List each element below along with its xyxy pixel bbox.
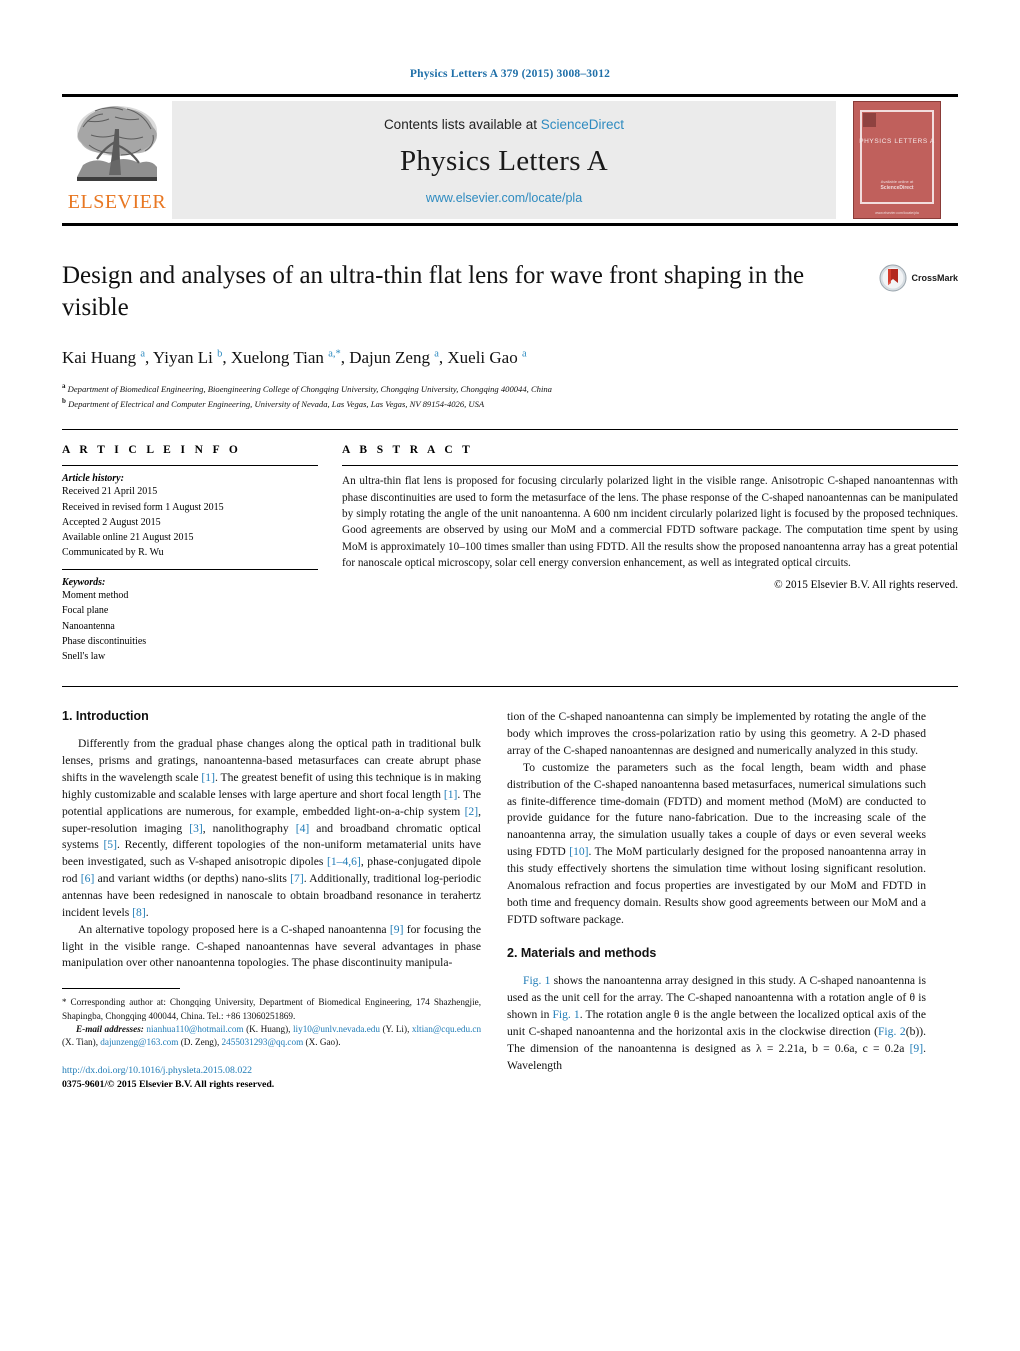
email-link[interactable]: nianhua110@hotmail.com <box>146 1024 243 1034</box>
paragraph: Fig. 1 shows the nanoantenna array desig… <box>507 974 927 1072</box>
journal-title: Physics Letters A <box>399 145 609 177</box>
article-info-heading: A R T I C L E I N F O <box>62 444 242 457</box>
paragraph: To customize the parameters such as the … <box>507 760 926 926</box>
history-item: Received in revised form 1 August 2015 <box>62 501 224 513</box>
running-head: Physics Letters A 379 (2015) 3008–3012 <box>409 68 611 80</box>
email-owner: (D. Zeng) <box>180 1037 217 1048</box>
affiliation-a: a Department of Biomedical Engineering, … <box>62 382 552 394</box>
history-item: Available online 21 August 2015 <box>62 531 194 543</box>
corresponding-author-note: * Corresponding author at: Chongqing Uni… <box>62 996 481 1023</box>
abstract-copyright: © 2015 Elsevier B.V. All rights reserved… <box>774 579 958 592</box>
email-link[interactable]: 2455031293@qq.com <box>222 1037 304 1047</box>
paragraph: An alternative topology proposed here is… <box>62 922 482 970</box>
article-info-rule <box>62 465 318 467</box>
history-item: Received 21 April 2015 <box>62 486 158 498</box>
email-note: E-mail addresses: nianhua110@hotmail.com… <box>62 1023 482 1048</box>
title-block: Design and analyses of an ultra-thin fla… <box>62 260 958 411</box>
history-item: Accepted 2 August 2015 <box>62 516 161 528</box>
email-link[interactable]: dajunzeng@163.com <box>100 1037 178 1047</box>
keywords-label: Keywords: <box>62 577 106 589</box>
email-link[interactable]: liy10@unlv.nevada.edu <box>293 1024 380 1034</box>
elsevier-logo: ELSEVIER <box>62 97 172 223</box>
crossmark-label: CrossMark <box>911 273 958 283</box>
abstract-text: An ultra-thin flat lens is proposed for … <box>342 475 958 570</box>
article-history-label: Article history: <box>62 473 124 485</box>
affiliation-b-text: Department of Electrical and Computer En… <box>68 399 485 410</box>
author-list: Kai Huang a, Yiyan Li b, Xuelong Tian a,… <box>62 348 527 367</box>
cover-footer: Available online at ScienceDirect <box>854 179 940 193</box>
email-owner: (X. Tian) <box>62 1037 96 1048</box>
elsevier-tree-icon <box>77 106 157 181</box>
keywords-rule <box>62 569 318 571</box>
email-link[interactable]: xltian@cqu.edu.cn <box>412 1024 481 1034</box>
email-label: E-mail addresses: <box>76 1023 144 1034</box>
abstract-column: A B S T R A C T An ultra-thin flat lens … <box>334 444 958 664</box>
journal-masthead: ELSEVIER Contents lists available at Sci… <box>62 94 958 226</box>
crossmark-badge[interactable]: CrossMark <box>879 264 958 292</box>
cover-title: PHYSICS LETTERS A <box>859 138 935 145</box>
footnote-rule <box>62 988 180 990</box>
keyword-item: Focal plane <box>62 605 109 617</box>
journal-cover-thumbnail[interactable]: PHYSICS LETTERS A Available online at Sc… <box>853 101 941 219</box>
paragraph: tion of the C-shaped nanoantenna can sim… <box>507 710 926 757</box>
keyword-item: Snell's law <box>62 651 106 663</box>
affiliations: a Department of Biomedical Engineering, … <box>62 381 958 411</box>
affiliation-a-text: Department of Biomedical Engineering, Bi… <box>67 383 552 394</box>
cover-footer-line2: ScienceDirect <box>880 184 914 191</box>
doi-link[interactable]: http://dx.doi.org/10.1016/j.physleta.201… <box>62 1064 481 1079</box>
corresponding-author-text: Corresponding author at: Chongqing Unive… <box>62 997 482 1021</box>
keyword-item: Nanoantenna <box>62 620 115 632</box>
contents-prefix-text: Contents lists available at <box>383 117 541 132</box>
history-item: Communicated by R. Wu <box>62 547 164 559</box>
email-owner: (K. Huang) <box>246 1023 289 1034</box>
doi-block: http://dx.doi.org/10.1016/j.physleta.201… <box>62 1064 481 1093</box>
abstract-rule <box>342 465 958 467</box>
affiliation-b: b Department of Electrical and Computer … <box>62 397 485 410</box>
body-columns: 1. Introduction Differently from the gra… <box>62 686 958 1093</box>
keywords-list: Moment method Focal plane Nanoantenna Ph… <box>62 588 318 664</box>
section-heading-introduction: 1. Introduction <box>62 709 149 724</box>
info-abstract-row: A R T I C L E I N F O Article history: R… <box>62 429 958 664</box>
issn-copyright-line: 0375-9601/© 2015 Elsevier B.V. All right… <box>62 1079 275 1091</box>
masthead-center: Contents lists available at ScienceDirec… <box>172 101 836 219</box>
keyword-item: Phase discontinuities <box>62 635 147 647</box>
article-history-list: Received 21 April 2015 Received in revis… <box>62 484 318 560</box>
section-heading-materials-methods: 2. Materials and methods <box>507 946 657 961</box>
journal-homepage-link[interactable]: www.elsevier.com/locate/pla <box>426 191 582 205</box>
asterisk-icon: * <box>62 997 67 1008</box>
abstract-heading: A B S T R A C T <box>342 444 474 457</box>
sciencedirect-link[interactable]: ScienceDirect <box>541 117 624 132</box>
journal-cover-cell: PHYSICS LETTERS A Available online at Sc… <box>836 97 958 223</box>
page-title: Design and analyses of an ultra-thin fla… <box>62 262 805 321</box>
paragraph: Differently from the gradual phase chang… <box>62 737 482 919</box>
contents-available-line: Contents lists available at ScienceDirec… <box>384 117 624 132</box>
article-info-column: A R T I C L E I N F O Article history: R… <box>62 444 334 664</box>
paper-page: Physics Letters A 379 (2015) 3008–3012 E… <box>0 0 1020 1351</box>
crossmark-icon <box>879 264 907 292</box>
elsevier-wordmark: ELSEVIER <box>67 191 167 213</box>
right-column: tion of the C-shaped nanoantenna can sim… <box>507 709 926 1093</box>
cover-badge-icon <box>863 113 876 127</box>
cover-bottom-url: www.elsevier.com/locate/pla <box>875 211 919 215</box>
email-owner: (Y. Li) <box>382 1023 408 1034</box>
left-column: 1. Introduction Differently from the gra… <box>62 709 481 1093</box>
footnote-block: * Corresponding author at: Chongqing Uni… <box>62 988 481 1093</box>
keyword-item: Moment method <box>62 590 129 602</box>
email-owner: (X. Gao) <box>305 1037 339 1048</box>
